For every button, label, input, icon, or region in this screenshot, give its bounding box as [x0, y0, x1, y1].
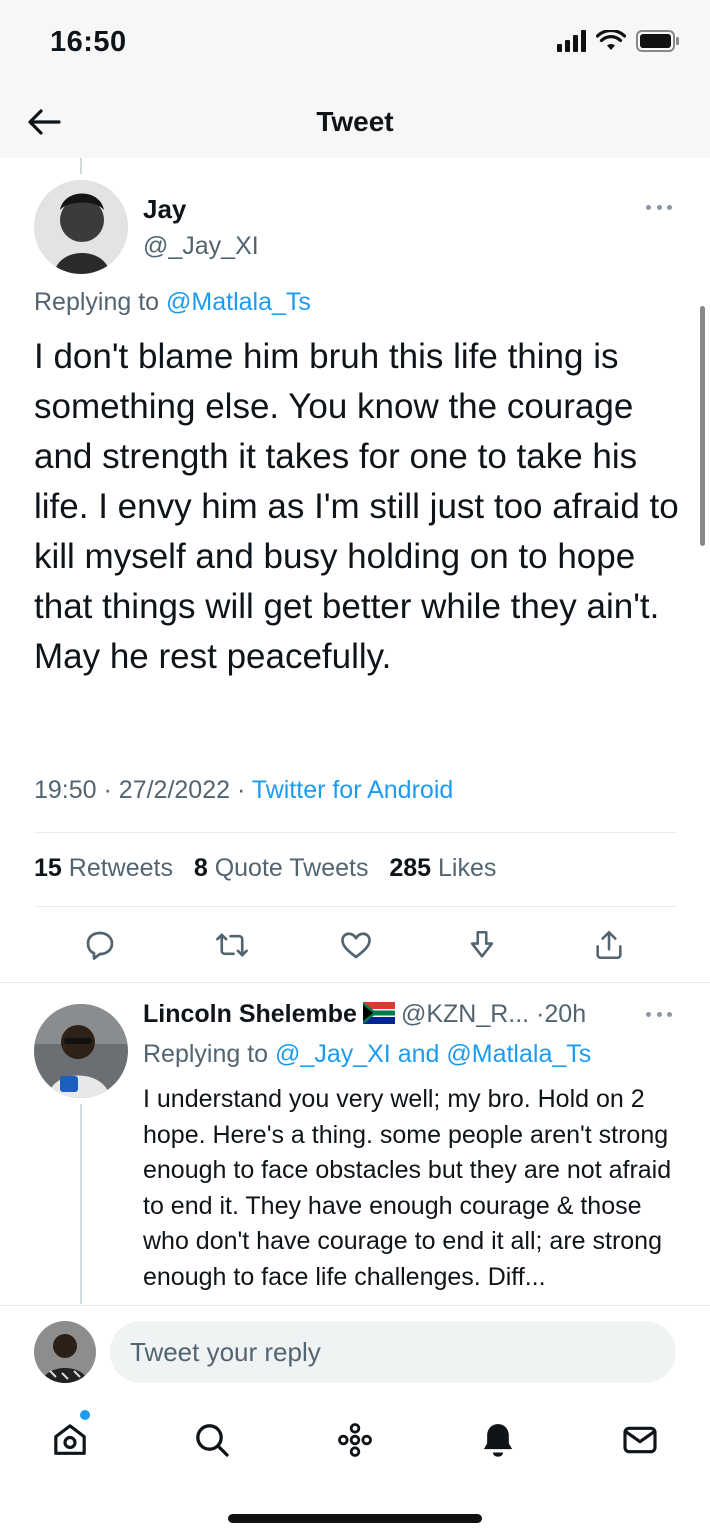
- like-button[interactable]: [336, 925, 376, 965]
- scrollbar[interactable]: [700, 306, 705, 546]
- reply-header: Lincoln Shelembe @KZN_R... ·20h: [143, 1000, 586, 1029]
- quote-tweets-stat[interactable]: 8 Quote Tweets: [194, 854, 369, 882]
- replying-to-link[interactable]: @Matlala_Ts: [446, 1040, 591, 1068]
- thread-connector: [80, 158, 82, 174]
- nav-spaces[interactable]: [333, 1418, 377, 1462]
- reply-author-avatar[interactable]: [34, 1004, 128, 1098]
- south-africa-flag-icon: [362, 1002, 395, 1025]
- divider: [34, 832, 676, 833]
- bookmark-icon: [470, 930, 494, 958]
- share-icon: [596, 930, 622, 960]
- more-options-icon[interactable]: [646, 1012, 672, 1020]
- tweet-meta: 19:50 · 27/2/2022 · Twitter for Android: [34, 776, 453, 805]
- author-name[interactable]: Jay: [143, 194, 186, 225]
- tweet-source-link[interactable]: Twitter for Android: [252, 776, 453, 804]
- nav-home[interactable]: [48, 1418, 92, 1462]
- home-indicator[interactable]: [228, 1514, 482, 1523]
- nav-notifications[interactable]: [476, 1418, 520, 1462]
- reply-age: 20h: [544, 1000, 587, 1028]
- messages-icon: [623, 1426, 657, 1454]
- thread-connector: [80, 1104, 82, 1304]
- replying-to-link[interactable]: @_Jay_XI: [275, 1040, 391, 1068]
- retweets-stat[interactable]: 15 Retweets: [34, 854, 173, 882]
- unread-indicator: [80, 1410, 90, 1420]
- current-user-avatar[interactable]: [34, 1321, 96, 1383]
- replying-to-link[interactable]: @Matlala_Ts: [166, 288, 311, 316]
- divider: [34, 906, 676, 907]
- meta-separator: ·: [236, 776, 246, 804]
- status-icons: [557, 30, 680, 52]
- reply-author-name[interactable]: Lincoln Shelembe: [143, 1000, 357, 1028]
- meta-separator: ·: [103, 776, 112, 804]
- nav-search[interactable]: [190, 1418, 234, 1462]
- likes-stat[interactable]: 285 Likes: [389, 854, 496, 882]
- search-icon: [196, 1424, 229, 1457]
- more-options-icon[interactable]: [646, 205, 672, 213]
- notifications-icon: [483, 1424, 513, 1457]
- nav-messages[interactable]: [618, 1418, 662, 1462]
- reply-replying-to: Replying to @_Jay_XI and @Matlala_Ts: [143, 1040, 591, 1069]
- reply-author-handle[interactable]: @KZN_R...: [401, 1000, 529, 1028]
- author-avatar[interactable]: [34, 180, 128, 274]
- reply-input[interactable]: Tweet your reply: [110, 1321, 676, 1383]
- author-handle[interactable]: @_Jay_XI: [143, 232, 259, 261]
- retweet-icon: [216, 933, 248, 957]
- cellular-signal-icon: [557, 30, 586, 52]
- bottom-navigation: [0, 1400, 710, 1480]
- divider: [0, 982, 710, 983]
- compose-bar: Tweet your reply: [0, 1305, 710, 1400]
- replying-and: and: [397, 1040, 440, 1068]
- tweet-text: I don't blame him bruh this life thing i…: [34, 337, 679, 676]
- like-icon: [341, 932, 371, 959]
- bookmark-button[interactable]: [462, 925, 502, 965]
- battery-icon: [636, 30, 679, 52]
- tweet-time: 19:50: [34, 776, 97, 804]
- reply-button[interactable]: [80, 925, 120, 965]
- replying-prefix: Replying to: [34, 288, 160, 316]
- spaces-icon: [338, 1423, 372, 1457]
- tweet-date: 27/2/2022: [118, 776, 231, 804]
- status-time: 16:50: [50, 26, 127, 58]
- reply-text: I understand you very well; my bro. Hold…: [143, 1085, 672, 1291]
- top-navigation-bar: Tweet: [0, 90, 710, 158]
- status-bar: 16:50: [0, 0, 710, 90]
- reply-icon: [86, 931, 114, 960]
- wifi-icon: [596, 30, 626, 50]
- share-button[interactable]: [589, 925, 629, 965]
- page-title: Tweet: [316, 106, 394, 137]
- retweet-button[interactable]: [212, 925, 252, 965]
- home-icon: [54, 1424, 86, 1455]
- replying-prefix: Replying to: [143, 1040, 269, 1068]
- replying-to: Replying to @Matlala_Ts: [34, 288, 311, 317]
- tweet-stats: 15 Retweets 8 Quote Tweets 285 Likes: [34, 854, 496, 883]
